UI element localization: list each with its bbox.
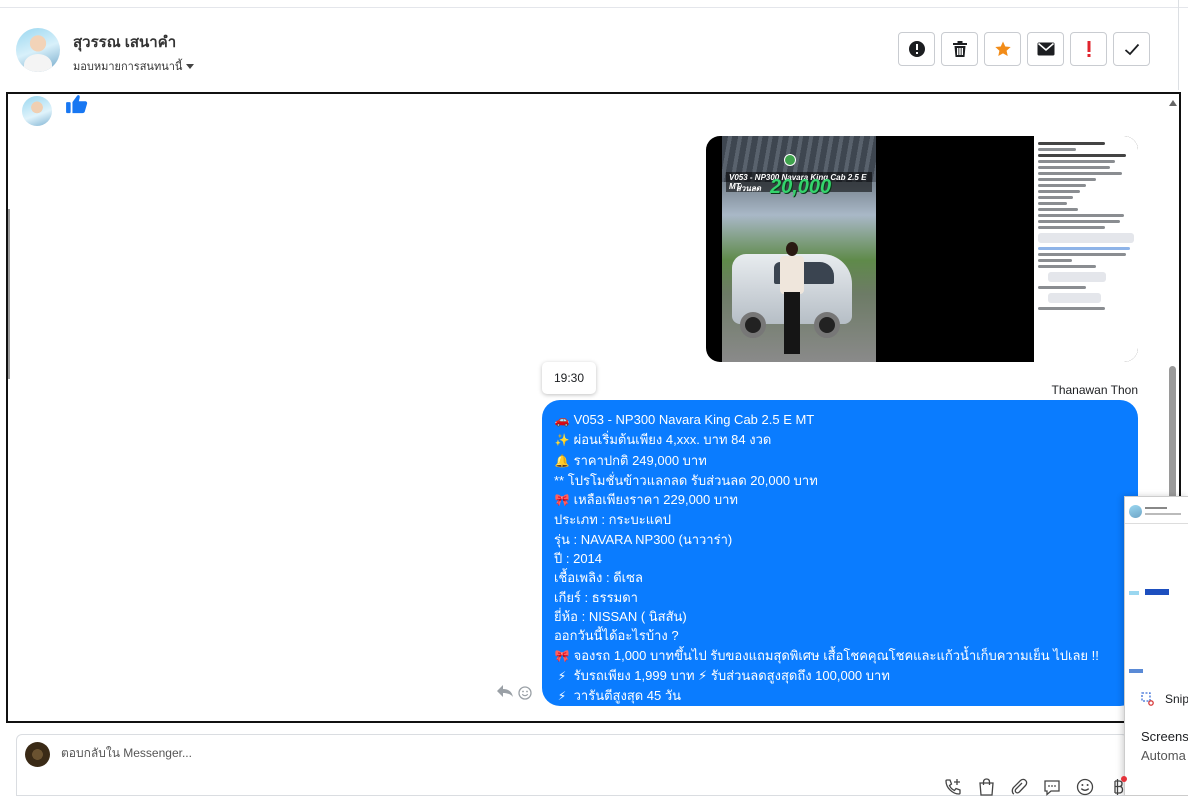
message-line: เกียร์ : ธรรมดา xyxy=(554,588,1126,607)
divider xyxy=(1178,0,1179,90)
exclamation-circle-icon xyxy=(908,41,925,57)
trash-icon xyxy=(952,40,967,57)
message-line: 🚗 V053 - NP300 Navara King Cab 2.5 E MT xyxy=(554,410,1126,430)
exclamation-icon xyxy=(1087,41,1090,57)
message-line-text: เชื้อเพลิง : ดีเซล xyxy=(554,570,643,586)
alert-button[interactable] xyxy=(898,32,935,66)
delete-button[interactable] xyxy=(941,32,978,66)
sender-name: Thanawan Thon xyxy=(1051,383,1138,397)
snip-label: Snip xyxy=(1165,692,1188,706)
phone-plus-icon[interactable] xyxy=(942,777,964,796)
photo-discount-label: ส่วนลด xyxy=(736,184,761,193)
notification-dot xyxy=(1121,776,1127,782)
message-line-text: ราคาปกติ 249,000 บาท xyxy=(573,452,707,468)
emoji-icon[interactable] xyxy=(1074,777,1096,796)
message-bubble[interactable]: 🚗 V053 - NP300 Navara King Cab 2.5 E MT ✨… xyxy=(542,400,1138,706)
assign-dropdown[interactable]: มอบหมายการสนทนานี้ xyxy=(73,57,195,75)
message-emoji-icon: 🎀 xyxy=(554,493,570,508)
photo-discount-amount: 20,000 xyxy=(770,176,832,198)
message-thread[interactable]: V053 - NP300 Navara King Cab 2.5 E MT ส่… xyxy=(6,92,1181,723)
screenshot-title: Screens xyxy=(1141,729,1188,744)
screenshot-subtitle: Automa xyxy=(1141,748,1186,763)
message-line-text: V053 - NP300 Navara King Cab 2.5 E MT xyxy=(573,412,815,427)
scroll-up-arrow-icon[interactable] xyxy=(1169,100,1177,106)
reply-arrow-icon xyxy=(497,685,513,697)
popup-highlight xyxy=(1145,589,1169,595)
contact-avatar-small xyxy=(22,96,52,126)
message-line-text: รุ่น : NAVARA NP300 (นาวาร่า) xyxy=(554,531,733,547)
react-emoji-icon[interactable] xyxy=(518,686,532,705)
message-line: ⚡ รับรถเพียง 1,999 บาท ⚡ รับส่วนลดสูงสุด… xyxy=(554,666,1126,686)
paperclip-icon[interactable] xyxy=(1008,777,1030,796)
conversation-header: สุวรรณ เสนาคำ มอบหมายการสนทนานี้ xyxy=(0,8,1178,92)
shared-post-preview[interactable]: V053 - NP300 Navara King Cab 2.5 E MT ส่… xyxy=(706,136,1138,362)
message-line: ปี : 2014 xyxy=(554,549,1126,568)
snip-tool-icon xyxy=(1141,692,1154,706)
popup-avatar xyxy=(1129,505,1142,518)
conversation-toolbar xyxy=(898,32,1150,66)
message-line: 🔔 ราคาปกติ 249,000 บาท xyxy=(554,451,1126,471)
thumbs-up-icon xyxy=(66,95,88,114)
reply-icon[interactable] xyxy=(496,684,514,703)
message-line-text: รับรถเพียง 1,999 บาท ⚡ รับส่วนลดสูงสุดถึ… xyxy=(573,667,890,683)
incoming-like xyxy=(66,94,88,119)
message-line-text: ผ่อนเริ่มต้นเพียง 4,xxx. บาท 84 งวด xyxy=(573,432,772,448)
spam-button[interactable] xyxy=(1070,32,1107,66)
assign-label: มอบหมายการสนทนานี้ xyxy=(73,61,183,73)
message-emoji-icon: ✨ xyxy=(554,433,570,448)
reply-input[interactable] xyxy=(61,746,761,760)
message-emoji-icon: 🔔 xyxy=(554,453,570,468)
message-line-text: จองรถ 1,000 บาทขึ้นไป รับของแถมสุดพิเศษ … xyxy=(573,647,1099,663)
message-line-text: ปี : 2014 xyxy=(554,551,603,567)
message-line-text: เกียร์ : ธรรมดา xyxy=(554,589,638,605)
composer-actions xyxy=(942,777,1129,796)
check-icon xyxy=(1124,43,1139,55)
message-emoji-icon: 🎀 xyxy=(554,648,570,663)
star-button[interactable] xyxy=(984,32,1021,66)
message-line: เชื้อเพลิง : ดีเซล xyxy=(554,568,1126,587)
post-photo: V053 - NP300 Navara King Cab 2.5 E MT ส่… xyxy=(722,136,876,362)
message-line: ประเภท : กระบะแคป xyxy=(554,510,1126,529)
thread-edge xyxy=(8,209,10,379)
saved-reply-icon[interactable] xyxy=(1041,777,1063,796)
reply-composer xyxy=(16,734,1128,796)
message-line-text: ออกวันนี้ได้อะไรบ้าง ? xyxy=(554,628,679,644)
message-line: ออกวันนี้ได้อะไรบ้าง ? xyxy=(554,626,1126,645)
shopping-bag-icon[interactable] xyxy=(975,777,997,796)
dealer-logo-icon xyxy=(784,154,796,166)
message-line-text: ** โปรโมชั่นข้าวแลกลด รับส่วนลด 20,000 บ… xyxy=(554,472,818,488)
message-emoji-icon: ⚡ xyxy=(557,689,567,704)
timestamp-tooltip: 19:30 xyxy=(542,362,596,394)
post-text-panel xyxy=(1034,136,1138,362)
envelope-icon xyxy=(1037,42,1054,56)
person-image xyxy=(780,242,804,356)
screenshot-notification[interactable]: Snip Screens Automa xyxy=(1124,496,1188,796)
message-line-text: เหลือเพียงราคา 229,000 บาท xyxy=(573,492,739,508)
message-line: รุ่น : NAVARA NP300 (นาวาร่า) xyxy=(554,530,1126,549)
email-button[interactable] xyxy=(1027,32,1064,66)
caret-down-icon xyxy=(186,63,195,69)
message-emoji-icon: ⚡ xyxy=(557,668,567,683)
message-line: ยี่ห้อ : NISSAN ( นิสสัน) xyxy=(554,607,1126,626)
message-line-text: ประเภท : กระบะแคป xyxy=(554,512,672,528)
contact-name[interactable]: สุวรรณ เสนาคำ xyxy=(73,30,176,54)
message-line: 🎀 เหลือเพียงราคา 229,000 บาท xyxy=(554,490,1126,510)
done-button[interactable] xyxy=(1113,32,1150,66)
message-emoji-icon: 🚗 xyxy=(554,413,570,427)
page-avatar xyxy=(25,742,50,767)
top-strip xyxy=(0,0,1188,8)
message-line: ** โปรโมชั่นข้าวแลกลด รับส่วนลด 20,000 บ… xyxy=(554,471,1126,490)
scrollbar-thumb[interactable] xyxy=(1169,366,1176,506)
contact-avatar[interactable] xyxy=(16,28,60,72)
message-line-text: ยี่ห้อ : NISSAN ( นิสสัน) xyxy=(554,608,687,624)
message-line: ⚡ วารันตีสูงสุด 45 วัน xyxy=(554,686,1126,706)
star-icon xyxy=(994,41,1011,57)
message-line: ✨ ผ่อนเริ่มต้นเพียง 4,xxx. บาท 84 งวด xyxy=(554,430,1126,450)
message-line: 🎀 จองรถ 1,000 บาทขึ้นไป รับของแถมสุดพิเศ… xyxy=(554,646,1126,666)
message-line-text: วารันตีสูงสุด 45 วัน xyxy=(573,688,682,704)
